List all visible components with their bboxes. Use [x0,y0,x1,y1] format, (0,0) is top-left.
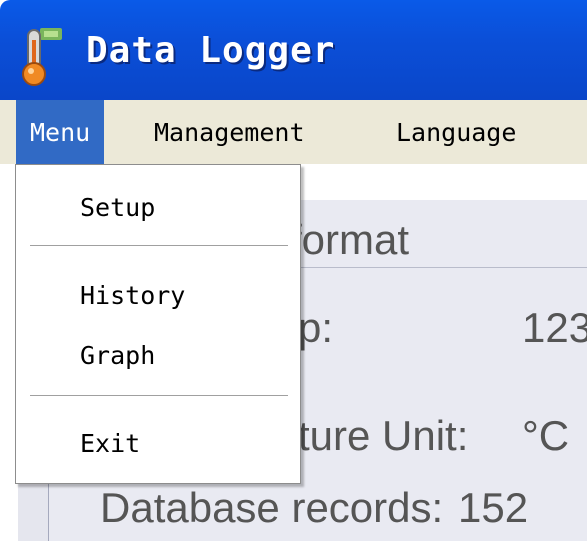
window-title: Data Logger [86,30,336,71]
title-bar[interactable]: Data Logger [0,0,587,100]
menu-item-exit[interactable]: Exit [16,417,300,471]
menu-management[interactable]: Management [140,100,319,164]
menu-dropdown: Setup History Graph Exit [15,164,301,484]
thermometer-icon [14,26,70,88]
row-value-database-records: 152 [458,484,529,531]
menu-separator [30,245,288,249]
menu-menu[interactable]: Menu [16,100,105,164]
menu-item-history[interactable]: History [16,269,300,323]
row-label-temperature-unit: ture Unit: [298,412,469,459]
menu-item-setup[interactable]: Setup [16,181,300,235]
row-label-id: p: [298,304,334,351]
group-title: format [290,216,410,263]
row-value-id: 123 [522,304,587,351]
menu-bar: Menu Management Language [0,100,587,164]
row-value-temperature-unit: °C [522,412,570,459]
menu-language[interactable]: Language [382,100,530,164]
menu-item-graph[interactable]: Graph [16,329,300,383]
row-label-database-records: Database records: [100,484,444,531]
group-divider [290,267,587,268]
menu-separator [30,395,288,399]
